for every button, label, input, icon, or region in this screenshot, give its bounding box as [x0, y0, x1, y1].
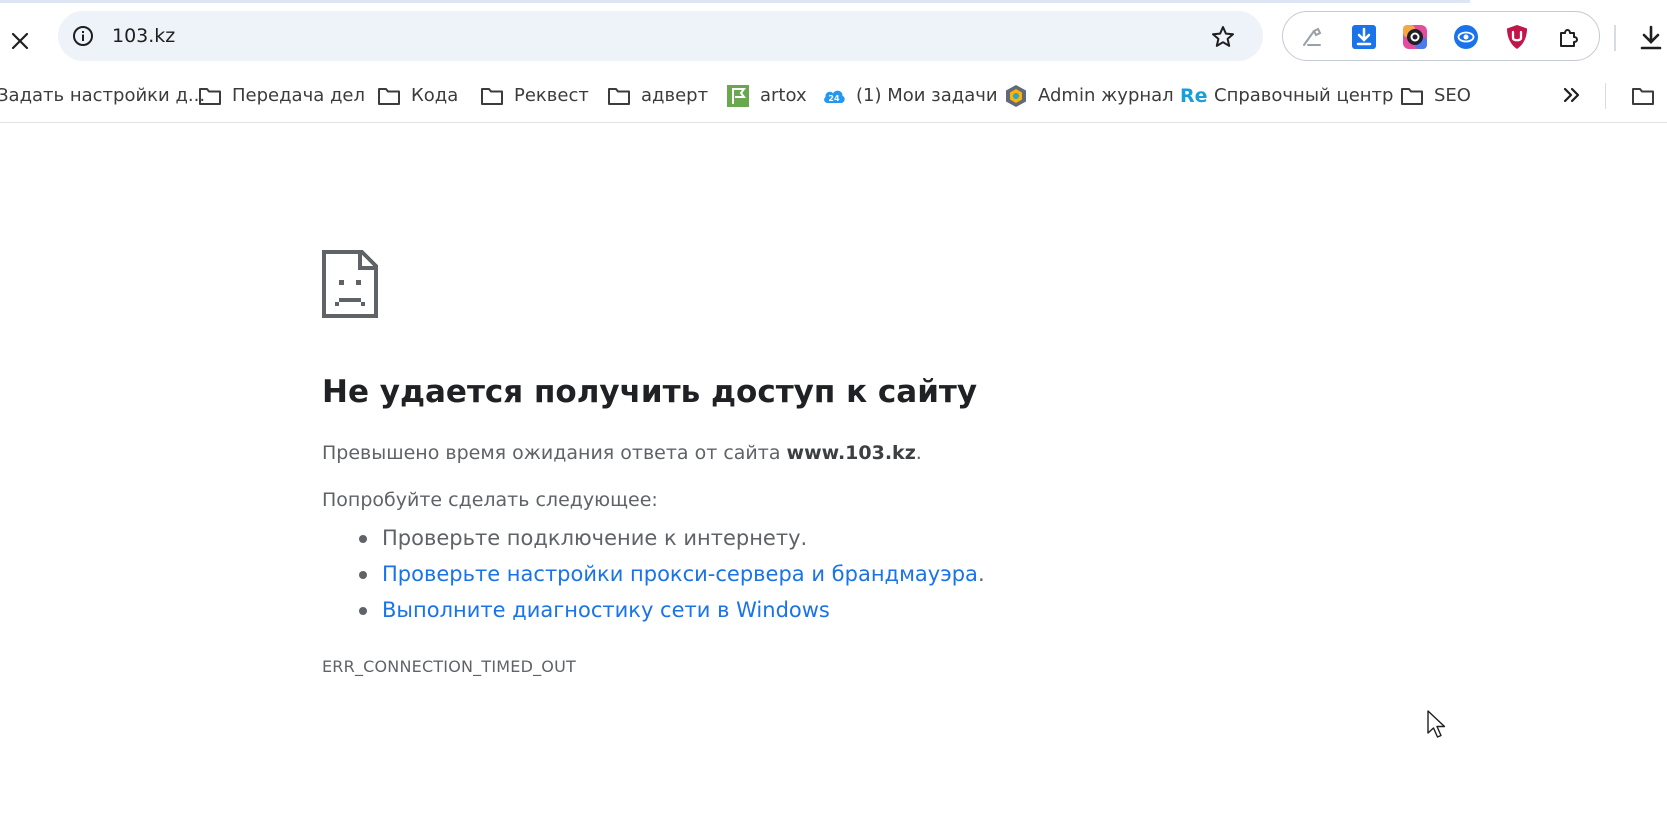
list-item: Выполните диагностику сети в Windows [322, 592, 985, 628]
pen-tool-extension[interactable] [1298, 23, 1326, 51]
folder-icon [199, 87, 221, 105]
puzzle-icon [1560, 29, 1578, 47]
url-text[interactable]: 103.kz [112, 11, 175, 61]
suggestions-heading: Попробуйте сделать следующее: [322, 489, 658, 511]
bookmark-folder-request[interactable]: Реквест [480, 69, 589, 122]
re-logo-icon: Re [1180, 84, 1208, 107]
pen-icon [1303, 27, 1322, 46]
folder-icon [378, 87, 400, 105]
admin-logo-icon [1006, 84, 1026, 107]
color-picker-extension[interactable] [1401, 23, 1429, 51]
eye-extension[interactable] [1452, 23, 1480, 51]
bookmark-folder-advert[interactable]: адверт [607, 69, 708, 122]
bitrix24-icon: 24 [824, 90, 845, 103]
color-wheel-icon [1403, 25, 1427, 49]
shield-extension[interactable] [1503, 23, 1531, 51]
bookmark-item-artox[interactable]: artox [726, 69, 807, 122]
bookmark-folder-handover[interactable]: Передача дел [198, 69, 365, 122]
bookmark-item-settings[interactable]: Задать настройки д... [0, 69, 205, 122]
error-host: www.103.kz [786, 442, 916, 464]
eye-icon [1454, 25, 1478, 49]
list-item: Проверьте настройки прокси-сервера и бра… [322, 556, 985, 592]
network-diagnostics-link[interactable]: Выполните диагностику сети в Windows [382, 598, 830, 622]
proxy-settings-link[interactable]: Проверьте настройки прокси-сервера и бра… [382, 562, 978, 586]
list-item: Проверьте подключение к интернету. [322, 520, 985, 556]
bookmark-item-help-center[interactable]: Re Справочный центр [1180, 69, 1393, 122]
sad-page-icon [322, 250, 378, 318]
download-arrow-icon [1352, 25, 1376, 49]
folder-icon [1401, 87, 1423, 105]
star-icon[interactable] [1210, 24, 1236, 50]
bookmark-folder-seo[interactable]: SEO [1400, 69, 1471, 122]
error-code: ERR_CONNECTION_TIMED_OUT [322, 657, 576, 676]
info-icon[interactable] [72, 25, 94, 47]
suggestions-list: Проверьте подключение к интернету. Прове… [322, 520, 985, 628]
close-icon [11, 32, 29, 50]
folder-icon [1632, 87, 1654, 105]
bookmark-item-my-tasks[interactable]: 24 (1) Мои задачи [822, 69, 998, 122]
address-bar[interactable]: 103.kz [58, 11, 1263, 61]
shield-u-icon [1507, 25, 1527, 49]
bitrix24-badge-text: 24 [828, 94, 840, 103]
bookmark-item-admin-journal[interactable]: Admin журнал [1004, 69, 1174, 122]
chevron-double-right-icon[interactable] [1560, 83, 1584, 107]
error-title: Не удается получить доступ к сайту [322, 374, 978, 410]
browser-toolbar: 103.kz [0, 3, 1667, 69]
bookmark-folder-other[interactable] [1631, 69, 1655, 122]
bookmarks-bar: Задать настройки д... Передача дел Кода … [0, 69, 1667, 123]
toolbar-divider [1614, 25, 1616, 51]
downloads-icon[interactable] [1636, 23, 1666, 53]
green-flag-icon [727, 84, 749, 107]
bookmark-folder-code[interactable]: Кода [377, 69, 458, 122]
error-message: Превышено время ожидания ответа от сайта… [322, 442, 922, 464]
extensions-area [1282, 11, 1600, 61]
mouse-cursor-icon [1427, 710, 1446, 738]
download-extension[interactable] [1350, 23, 1378, 51]
bookmarks-divider [1605, 83, 1606, 109]
error-page: Не удается получить доступ к сайту Превы… [322, 122, 1322, 840]
stop-loading-button[interactable] [2, 23, 38, 59]
extensions-menu[interactable] [1555, 23, 1583, 51]
folder-icon [481, 87, 503, 105]
folder-icon [608, 87, 630, 105]
